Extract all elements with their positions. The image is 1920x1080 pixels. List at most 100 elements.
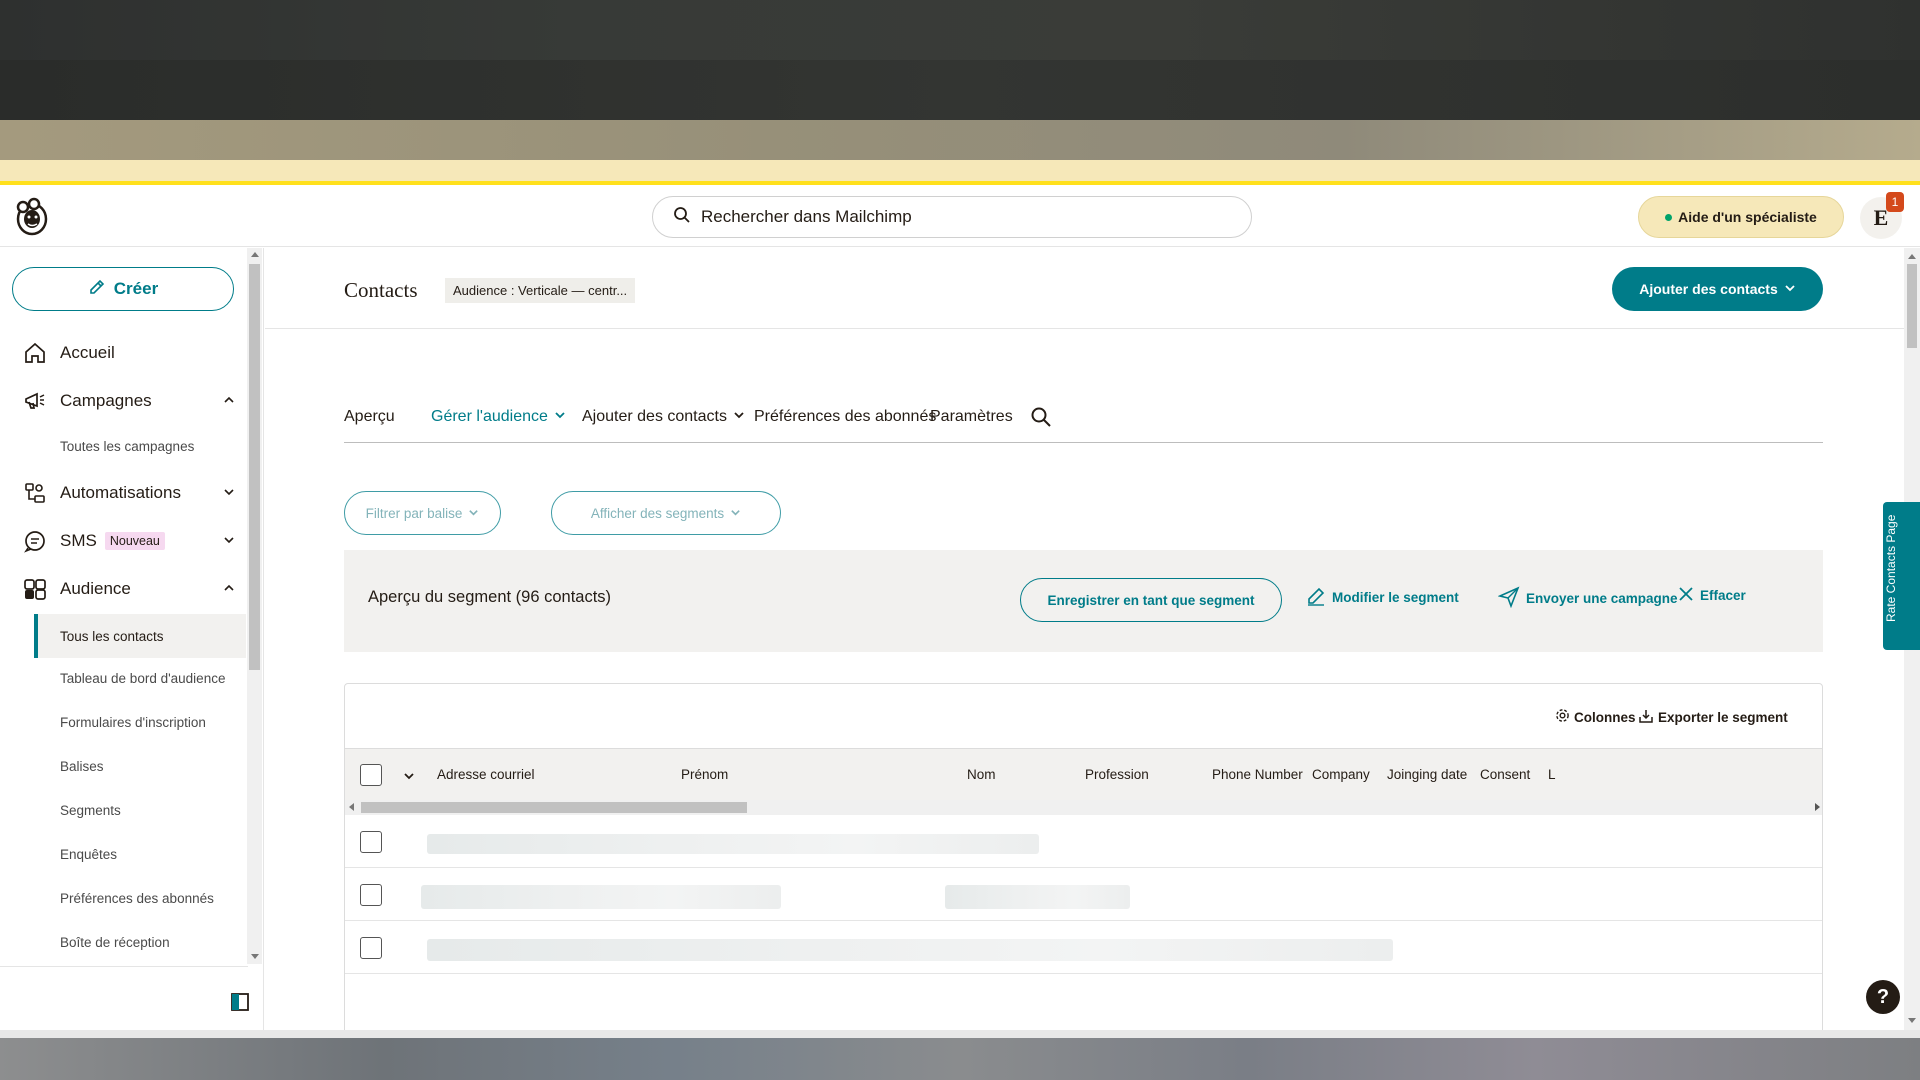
notification-count: 1 [1891, 195, 1899, 209]
row-checkbox[interactable] [360, 831, 382, 853]
add-contacts-label: Ajouter des contacts [1639, 281, 1778, 297]
pencil-icon [1306, 586, 1332, 609]
chevron-down-icon[interactable] [222, 484, 236, 504]
tab-overview[interactable]: Aperçu [344, 408, 395, 426]
sidebar-subitem-audience-dashboard[interactable]: Tableau de bord d'audience [60, 671, 225, 686]
home-icon [22, 340, 48, 366]
search-input[interactable]: Rechercher dans Mailchimp [652, 196, 1252, 238]
clear-label: Effacer [1700, 588, 1746, 603]
mailchimp-logo-icon[interactable] [12, 197, 52, 237]
tab-manage-audience[interactable]: Gérer l'audience [431, 408, 566, 426]
chevron-down-icon[interactable] [222, 532, 236, 552]
row-checkbox[interactable] [360, 884, 382, 906]
help-button[interactable]: ? [1866, 980, 1900, 1014]
column-header-joining-date[interactable]: Joinging date [1387, 767, 1467, 782]
scroll-down-arrow-icon[interactable] [251, 954, 259, 959]
sms-icon [22, 528, 48, 554]
chevron-up-icon[interactable] [222, 580, 236, 600]
export-segment-label: Exporter le segment [1658, 710, 1788, 725]
columns-button[interactable]: Colonnes [1555, 708, 1636, 726]
show-segments-button[interactable]: Afficher des segments [551, 491, 781, 535]
sidebar-subitem-signup-forms[interactable]: Formulaires d'inscription [60, 715, 206, 730]
sidebar-subitem-tags[interactable]: Balises [60, 759, 104, 774]
tab-label: Aperçu [344, 408, 395, 425]
app-header: Rechercher dans Mailchimp Aide d'un spéc… [0, 185, 1920, 247]
sidebar-scroll-thumb[interactable] [249, 264, 260, 670]
table-row[interactable] [345, 921, 1822, 974]
sidebar-subitem-subscriber-preferences[interactable]: Préférences des abonnés [60, 891, 214, 906]
table-scroll-thumb[interactable] [361, 802, 747, 813]
sidebar-subitem-surveys[interactable]: Enquêtes [60, 847, 117, 862]
send-icon [1497, 586, 1526, 611]
pencil-icon [88, 278, 114, 301]
save-as-segment-label: Enregistrer en tant que segment [1047, 592, 1255, 608]
create-button[interactable]: Créer [12, 267, 234, 311]
column-header-profession[interactable]: Profession [1085, 767, 1149, 782]
sidebar-footer [0, 966, 248, 1030]
sidebar-item-label: Automatisations [60, 483, 181, 502]
expert-help-button[interactable]: Aide d'un spécialiste [1638, 196, 1844, 238]
sidebar-subitem-segments[interactable]: Segments [60, 803, 121, 818]
page-header: Contacts Audience : Verticale — centr...… [265, 248, 1905, 329]
chevron-down-icon[interactable] [403, 769, 415, 787]
scroll-up-arrow-icon[interactable] [1908, 254, 1916, 259]
row-checkbox[interactable] [360, 937, 382, 959]
redacted-row-content [945, 885, 1130, 909]
column-header-phone[interactable]: Phone Number [1212, 767, 1303, 782]
column-header-last-name[interactable]: Nom [967, 767, 996, 782]
tab-add-contacts[interactable]: Ajouter des contacts [582, 408, 745, 426]
save-as-segment-button[interactable]: Enregistrer en tant que segment [1020, 578, 1282, 622]
sidebar-item-automatisations[interactable]: Automatisations [22, 480, 236, 506]
sidebar-scrollbar[interactable] [247, 248, 262, 964]
table-row[interactable] [345, 868, 1822, 921]
select-all-checkbox[interactable] [360, 764, 382, 786]
show-segments-label: Afficher des segments [590, 505, 725, 521]
column-header-company[interactable]: Company [1312, 767, 1370, 782]
column-header-consent[interactable]: Consent [1480, 767, 1530, 782]
sidebar-subitem-all-contacts[interactable]: Tous les contacts [34, 614, 246, 658]
page-scroll-thumb[interactable] [1907, 264, 1917, 348]
main-content: Contacts Audience : Verticale — centr...… [265, 248, 1905, 1030]
sidebar-subitem-inbox[interactable]: Boîte de réception [60, 935, 170, 950]
table-header: Adresse courriel Prénom Nom Profession P… [345, 748, 1822, 800]
sidebar-subitem-all-campaigns[interactable]: Toutes les campagnes [60, 439, 194, 454]
tab-settings[interactable]: Paramètres [930, 408, 1013, 426]
chevron-up-icon[interactable] [222, 392, 236, 412]
notification-badge: 1 [1886, 192, 1904, 212]
filter-by-tag-label: Filtrer par balise [365, 505, 463, 521]
sidebar-item-label: Accueil [60, 343, 115, 362]
tab-label: Préférences des abonnés [754, 408, 937, 425]
browser-banner [0, 160, 1920, 182]
send-campaign-button[interactable]: Envoyer une campagne [1497, 586, 1678, 611]
scroll-left-arrow-icon[interactable] [349, 803, 354, 811]
table-horizontal-scrollbar[interactable] [345, 800, 1822, 815]
rate-page-feedback-tab[interactable]: Rate Contacts Page [1883, 502, 1920, 650]
search-icon[interactable] [1024, 406, 1052, 428]
scroll-up-arrow-icon[interactable] [251, 252, 259, 257]
column-header-email[interactable]: Adresse courriel [437, 767, 535, 782]
clear-button[interactable]: Effacer [1678, 586, 1746, 605]
collapse-sidebar-icon[interactable] [230, 992, 250, 1017]
column-header-first-name[interactable]: Prénom [681, 767, 728, 782]
edit-segment-button[interactable]: Modifier le segment [1306, 586, 1459, 609]
table-row[interactable] [345, 815, 1822, 868]
export-segment-button[interactable]: Exporter le segment [1638, 708, 1788, 727]
column-header-truncated[interactable]: L [1548, 767, 1556, 782]
sidebar-item-audience[interactable]: Audience [22, 576, 236, 602]
tab-subscriber-preferences[interactable]: Préférences des abonnés [754, 408, 936, 426]
add-contacts-button[interactable]: Ajouter des contacts [1612, 267, 1823, 311]
tab-label: Gérer l'audience [431, 408, 548, 425]
scroll-right-arrow-icon[interactable] [1815, 803, 1820, 811]
segment-preview-title: Aperçu du segment (96 contacts) [368, 588, 612, 606]
scroll-down-arrow-icon[interactable] [1908, 1018, 1916, 1023]
audience-chip[interactable]: Audience : Verticale — centr... [445, 278, 636, 303]
send-campaign-label: Envoyer une campagne [1526, 591, 1678, 606]
sidebar-item-campagnes[interactable]: Campagnes [22, 388, 236, 414]
redacted-row-content [421, 885, 781, 909]
new-badge: Nouveau [104, 532, 165, 550]
filter-by-tag-button[interactable]: Filtrer par balise [344, 491, 501, 535]
chevron-down-icon [462, 506, 479, 521]
sidebar-item-sms[interactable]: SMS Nouveau [22, 528, 236, 554]
sidebar-item-accueil[interactable]: Accueil [22, 340, 236, 366]
taskbar [0, 1038, 1920, 1080]
